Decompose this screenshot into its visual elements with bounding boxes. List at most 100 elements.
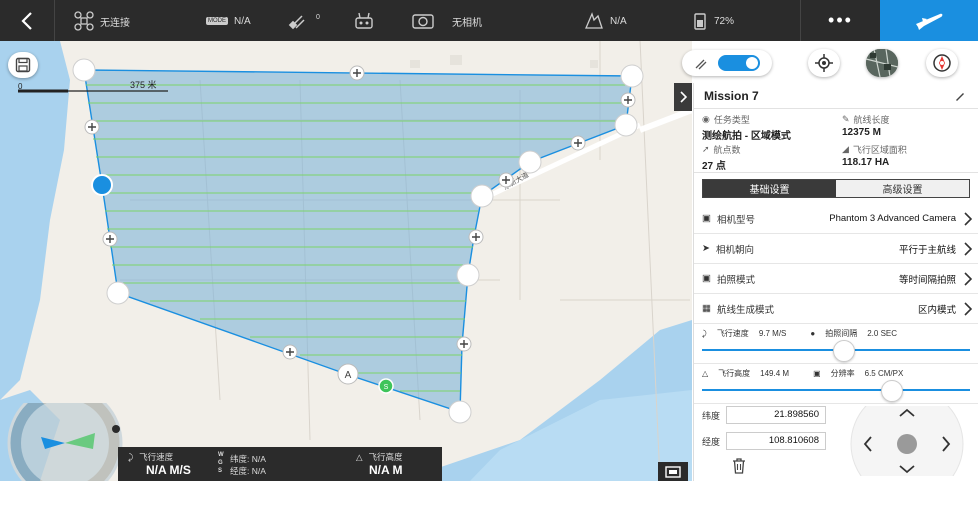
vertex-handle [614,113,638,137]
area-label: 飞行区域面积 [852,145,907,155]
dpad-center[interactable] [897,434,917,454]
start-marker-label: S [384,384,389,391]
panel-collapse-button[interactable] [674,83,692,111]
area-stat: ◢ 飞行区域面积 118.17 HA [842,143,978,173]
vertex-handle [470,184,494,208]
buildings [410,55,598,68]
add-point-icon [349,65,365,81]
add-point-icon [282,344,298,360]
waypoint-nudge-pad [847,387,967,501]
back-button[interactable] [0,0,55,41]
altitude-value: 149.4 M [760,369,790,378]
latitude-input[interactable]: 21.898560 [726,406,827,424]
scale-zero: 0 [18,82,23,91]
home-marker-label: A [345,370,352,381]
route-length-stat: ✎ 航线长度 12375 M [842,113,978,143]
radar-canvas [7,385,123,501]
battery-icon [694,13,706,30]
speed-icon: ⤸ [702,328,707,338]
hud-altitude-label: 飞行高度 [368,452,403,462]
mode-text: N/A [234,15,251,27]
task-type-stat: ◉ 任务类型 测绘航拍 - 区域模式 [702,113,842,143]
route-length-label: 航线长度 [853,115,890,125]
selected-vertex[interactable] [91,174,113,196]
hud-wgs: W G S [218,452,224,474]
compass-face [21,399,109,487]
hud-coords: 纬度: N/A 经度: N/A [230,453,266,477]
altitude-slider-block: △ 飞行高度 149.4 M ▣ 分辨率 6.5 CM/PX [694,364,978,404]
speed-icon: ⤸ [128,451,134,462]
locate-icon [815,54,833,72]
edit-icon[interactable] [954,90,966,102]
shoot-mode-label: 拍照模式 [716,274,755,286]
save-icon [15,57,31,73]
hud-longitude: 经度: N/A [230,466,266,476]
altitude-label: 飞行高度 [718,369,751,378]
route-mode-row[interactable]: ▦ 航线生成模式 区内模式 [694,294,978,324]
vertex-handle [448,400,472,424]
waypoints-stat: ➚ 航点数 27 点 [702,143,842,173]
fpv-toggle-button[interactable] [658,462,688,481]
shoot-mode-value: 等时间隔拍照 [898,274,956,286]
toggle-switch[interactable] [718,55,760,71]
more-button[interactable]: ••• [800,0,880,41]
camera-heading-row[interactable]: ➤ 相机朝向 平行于主航线 [694,234,978,264]
satellite-toggle-icon [695,59,707,70]
takeoff-button[interactable] [880,0,978,41]
ruler-icon: ✎ [842,114,850,124]
camera-icon [412,14,434,29]
tab-advanced-settings[interactable]: 高级设置 [836,180,969,197]
vertex-handle [456,263,480,287]
longitude-label: 经度 [702,436,721,447]
longitude-input[interactable]: 108.810608 [726,432,827,450]
mission-title: Mission 7 [704,88,759,103]
altitude-slider-track[interactable] [702,389,970,391]
altitude-slider-knob[interactable] [881,380,904,402]
speed-label: 飞行速度 [716,329,749,338]
camera-heading-value: 平行于主航线 [898,244,956,256]
latitude-label: 纬度 [702,410,721,421]
save-button[interactable] [8,52,38,78]
map-layer-toggle[interactable] [682,50,772,76]
remote-controller-status [354,11,374,31]
signal-icon [585,12,603,29]
camera-status-text: 无相机 [452,17,482,29]
camera-model-row[interactable]: ▣ 相机型号 Phantom 3 Advanced Camera [694,204,978,234]
hud-altitude-value: N/A M [369,463,403,477]
satellite-icon [288,15,305,30]
remote-controller-icon [355,12,373,29]
route-generation-icon: ▦ [702,303,711,314]
route-mode-label: 航线生成模式 [716,304,774,316]
waypoint-icon: ➚ [702,144,710,154]
locate-button[interactable] [808,49,840,77]
camera-model-value: Phantom 3 Advanced Camera [829,213,956,224]
hud-latitude: 纬度: N/A [230,454,266,464]
north-marker [112,425,120,433]
rc-signal-text: N/A [610,15,627,27]
delete-button[interactable] [732,458,746,479]
interval-label: 拍照间隔 [825,329,858,338]
chevron-left-icon [21,11,32,30]
tab-basic-settings[interactable]: 基础设置 [703,180,836,197]
resolution-label: 分辨率 [830,369,855,378]
interval-value: 2.0 SEC [867,329,898,338]
battery-status: 72% [692,11,734,31]
resolution-icon: ▣ [813,369,821,378]
add-point-icon [620,92,636,108]
task-type-label: 任务类型 [713,115,750,125]
shoot-mode-row[interactable]: ▣ 拍照模式 等时间隔拍照 [694,264,978,294]
chevron-right-icon [964,212,972,226]
vertex-handle [106,281,130,305]
task-type-value: 测绘航拍 - 区域模式 [702,131,791,142]
hud-speed: ⤸ 飞行速度 N/A M/S [128,451,191,478]
compass-button[interactable] [926,49,958,77]
camera-icon: ▣ [702,213,711,224]
speed-value: 9.7 M/S [758,329,787,338]
chevron-right-icon [964,242,972,256]
trash-icon [733,458,745,474]
satellite-map-thumbnail-icon [866,49,898,77]
map-style-button[interactable] [866,49,898,77]
add-point-icon [84,119,100,135]
top-status-bar: 无连接 MODE N/A 0 无相机 N/A 72% ••• [0,0,978,41]
speed-slider-knob[interactable] [833,340,856,362]
